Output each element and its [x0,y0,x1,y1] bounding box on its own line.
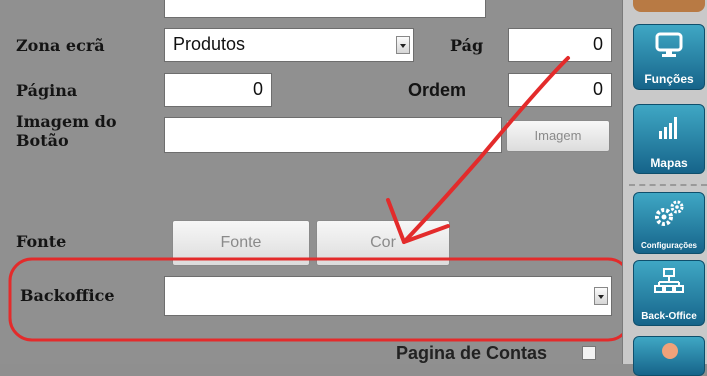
imagem-input[interactable] [164,117,502,153]
sidebar: Funções Mapas Configurações Back-Office [622,0,707,376]
sidebar-item-label: Mapas [650,156,688,170]
pagina-label: Página [16,81,78,100]
sidebar-item-funcoes[interactable]: Funções [633,24,705,90]
sidebar-item-label: Configurações [640,241,697,250]
pagina-input[interactable]: 0 [164,73,272,107]
pagina-contas-label: Pagina de Contas [396,343,548,363]
backoffice-label: Backoffice [20,286,115,305]
bar-chart-icon [659,117,677,139]
pag-input[interactable]: 0 [508,28,612,62]
backoffice-select[interactable] [164,276,612,316]
gears-icon [655,200,684,226]
monitor-icon [655,32,683,57]
pagina-contas-checkbox[interactable] [582,346,596,360]
imagem-label-line1: Imagem do [16,112,117,131]
sidebar-divider [629,184,707,186]
sidebar-item-mapas[interactable]: Mapas [633,104,705,174]
sidebar-item-label: Back-Office [641,311,697,322]
top-field[interactable] [164,0,486,18]
zona-ecra-select[interactable]: Produtos [164,28,414,62]
sidebar-item-label: Funções [644,72,694,86]
chevron-down-icon[interactable] [594,287,608,305]
cor-button[interactable]: Cor [316,220,450,266]
form-panel: Zona ecrã Produtos Pág 0 Página 0 Ordem … [0,0,622,364]
sidebar-top-tab [633,0,705,12]
sidebar-partial-button[interactable] [633,336,705,376]
user-icon [662,343,678,359]
chevron-down-icon[interactable] [396,36,410,54]
ordem-input[interactable]: 0 [508,73,612,107]
sidebar-item-back-office[interactable]: Back-Office [633,260,705,326]
network-icon [654,268,684,293]
fonte-button[interactable]: Fonte [172,220,310,266]
fonte-label: Fonte [16,232,67,251]
zona-ecra-label: Zona ecrã [16,36,105,55]
imagem-label-line2: Botão [16,131,69,150]
pag-label: Pág [450,36,484,55]
imagem-button[interactable]: Imagem [506,120,610,152]
sidebar-item-configuracoes[interactable]: Configurações [633,192,705,254]
zona-ecra-value: Produtos [173,34,246,54]
ordem-label: Ordem [408,80,467,100]
